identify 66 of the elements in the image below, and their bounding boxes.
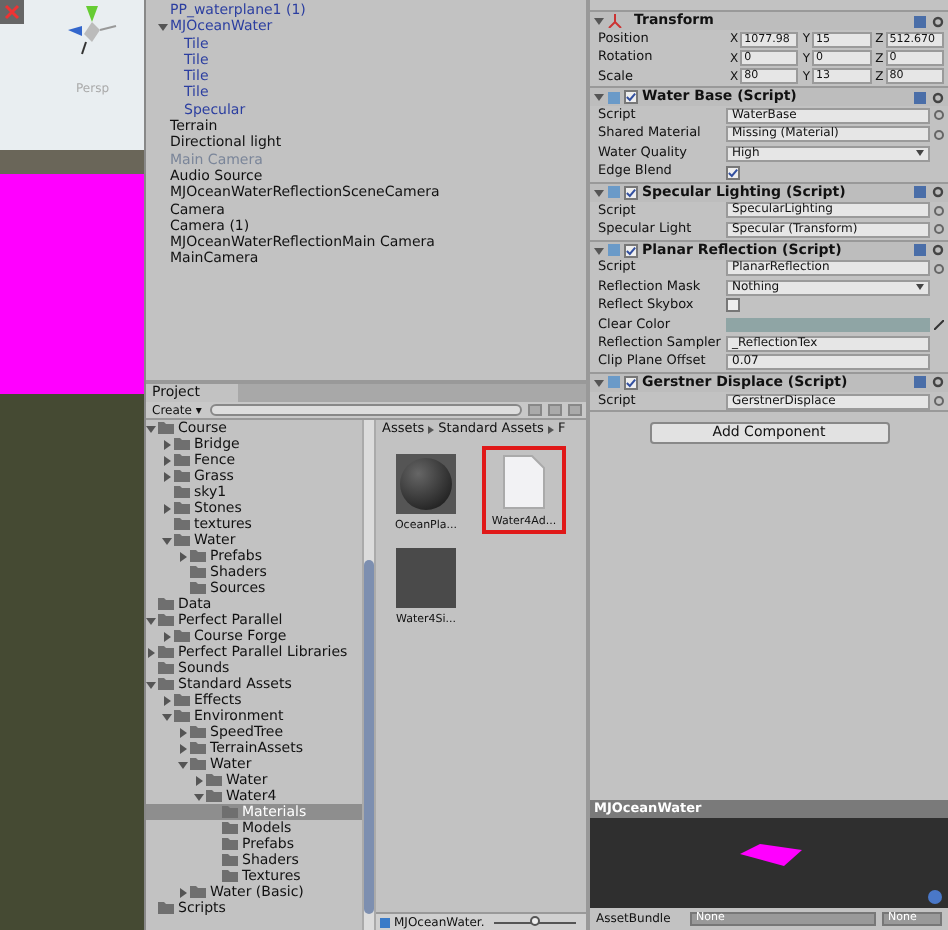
expanded-arrow-icon[interactable] bbox=[158, 21, 168, 32]
collapsed-arrow-icon[interactable] bbox=[178, 551, 188, 561]
enabled-checkbox[interactable] bbox=[624, 90, 638, 105]
script-icon bbox=[608, 244, 620, 257]
help-book-icon[interactable] bbox=[914, 15, 926, 27]
transform-axes-icon bbox=[608, 14, 622, 28]
checkbox[interactable] bbox=[726, 298, 740, 313]
help-book-icon[interactable] bbox=[914, 376, 926, 389]
file-icon bbox=[502, 454, 546, 510]
scrollbar-track[interactable] bbox=[362, 420, 376, 930]
object-picker-icon[interactable] bbox=[934, 263, 944, 274]
help-book-icon[interactable] bbox=[914, 244, 926, 257]
search-field[interactable] bbox=[209, 404, 522, 416]
expanded-arrow-icon[interactable] bbox=[178, 759, 188, 769]
collapse-arrow-icon[interactable] bbox=[594, 92, 604, 103]
collapsed-arrow-icon[interactable] bbox=[162, 471, 172, 481]
collapsed-arrow-icon[interactable] bbox=[146, 647, 156, 657]
settings-icon[interactable] bbox=[932, 15, 944, 27]
collapsed-arrow-icon[interactable] bbox=[162, 503, 172, 513]
collapse-arrow-icon[interactable] bbox=[594, 377, 604, 388]
settings-icon[interactable] bbox=[932, 376, 944, 389]
settings-icon[interactable] bbox=[932, 186, 944, 199]
enabled-checkbox[interactable] bbox=[624, 185, 638, 200]
dropdown-arrow-icon bbox=[916, 284, 924, 291]
prefab-cube-icon bbox=[380, 917, 390, 927]
breadcrumb-separator-icon bbox=[547, 426, 554, 434]
collapse-arrow-icon[interactable] bbox=[594, 16, 604, 26]
settings-icon[interactable] bbox=[932, 244, 944, 257]
horizon-band bbox=[0, 150, 144, 174]
collapsed-arrow-icon[interactable] bbox=[162, 695, 172, 705]
plane-preview bbox=[740, 844, 802, 866]
collapsed-arrow-icon[interactable] bbox=[194, 775, 204, 785]
collapsed-arrow-icon[interactable] bbox=[178, 727, 188, 737]
expanded-arrow-icon[interactable] bbox=[146, 423, 156, 433]
scene-gizmo-icon[interactable] bbox=[64, 6, 120, 58]
dropdown-arrow-icon bbox=[916, 150, 924, 157]
expanded-arrow-icon[interactable] bbox=[146, 615, 156, 625]
collapsed-arrow-icon[interactable] bbox=[162, 439, 172, 449]
help-book-icon[interactable] bbox=[914, 186, 926, 199]
enabled-checkbox[interactable] bbox=[624, 375, 638, 390]
eyedropper-icon[interactable] bbox=[934, 319, 944, 330]
slider-thumb[interactable] bbox=[530, 916, 541, 926]
checkbox[interactable] bbox=[726, 165, 740, 180]
expanded-arrow-icon[interactable] bbox=[194, 791, 204, 801]
breadcrumb-separator-icon bbox=[428, 426, 435, 434]
enabled-checkbox[interactable] bbox=[624, 243, 638, 258]
collapsed-arrow-icon[interactable] bbox=[178, 743, 188, 753]
color-swatch[interactable] bbox=[726, 317, 930, 332]
script-icon bbox=[608, 186, 620, 199]
collapsed-arrow-icon[interactable] bbox=[178, 887, 188, 897]
object-picker-icon[interactable] bbox=[934, 396, 944, 407]
help-book-icon[interactable] bbox=[914, 91, 926, 104]
asset-bundle-icon[interactable] bbox=[928, 890, 942, 904]
collapsed-arrow-icon[interactable] bbox=[162, 631, 172, 641]
collapse-arrow-icon[interactable] bbox=[594, 187, 604, 198]
script-icon bbox=[608, 376, 620, 389]
expanded-arrow-icon[interactable] bbox=[146, 679, 156, 689]
script-icon bbox=[608, 91, 620, 104]
texture-thumbnail bbox=[396, 548, 456, 608]
scrollbar-thumb[interactable] bbox=[364, 560, 374, 914]
collapsed-arrow-icon[interactable] bbox=[162, 455, 172, 465]
expanded-arrow-icon[interactable] bbox=[162, 711, 172, 721]
collapse-arrow-icon[interactable] bbox=[594, 245, 604, 256]
settings-icon[interactable] bbox=[932, 91, 944, 104]
material-thumbnail bbox=[396, 454, 456, 514]
expanded-arrow-icon[interactable] bbox=[162, 535, 172, 545]
